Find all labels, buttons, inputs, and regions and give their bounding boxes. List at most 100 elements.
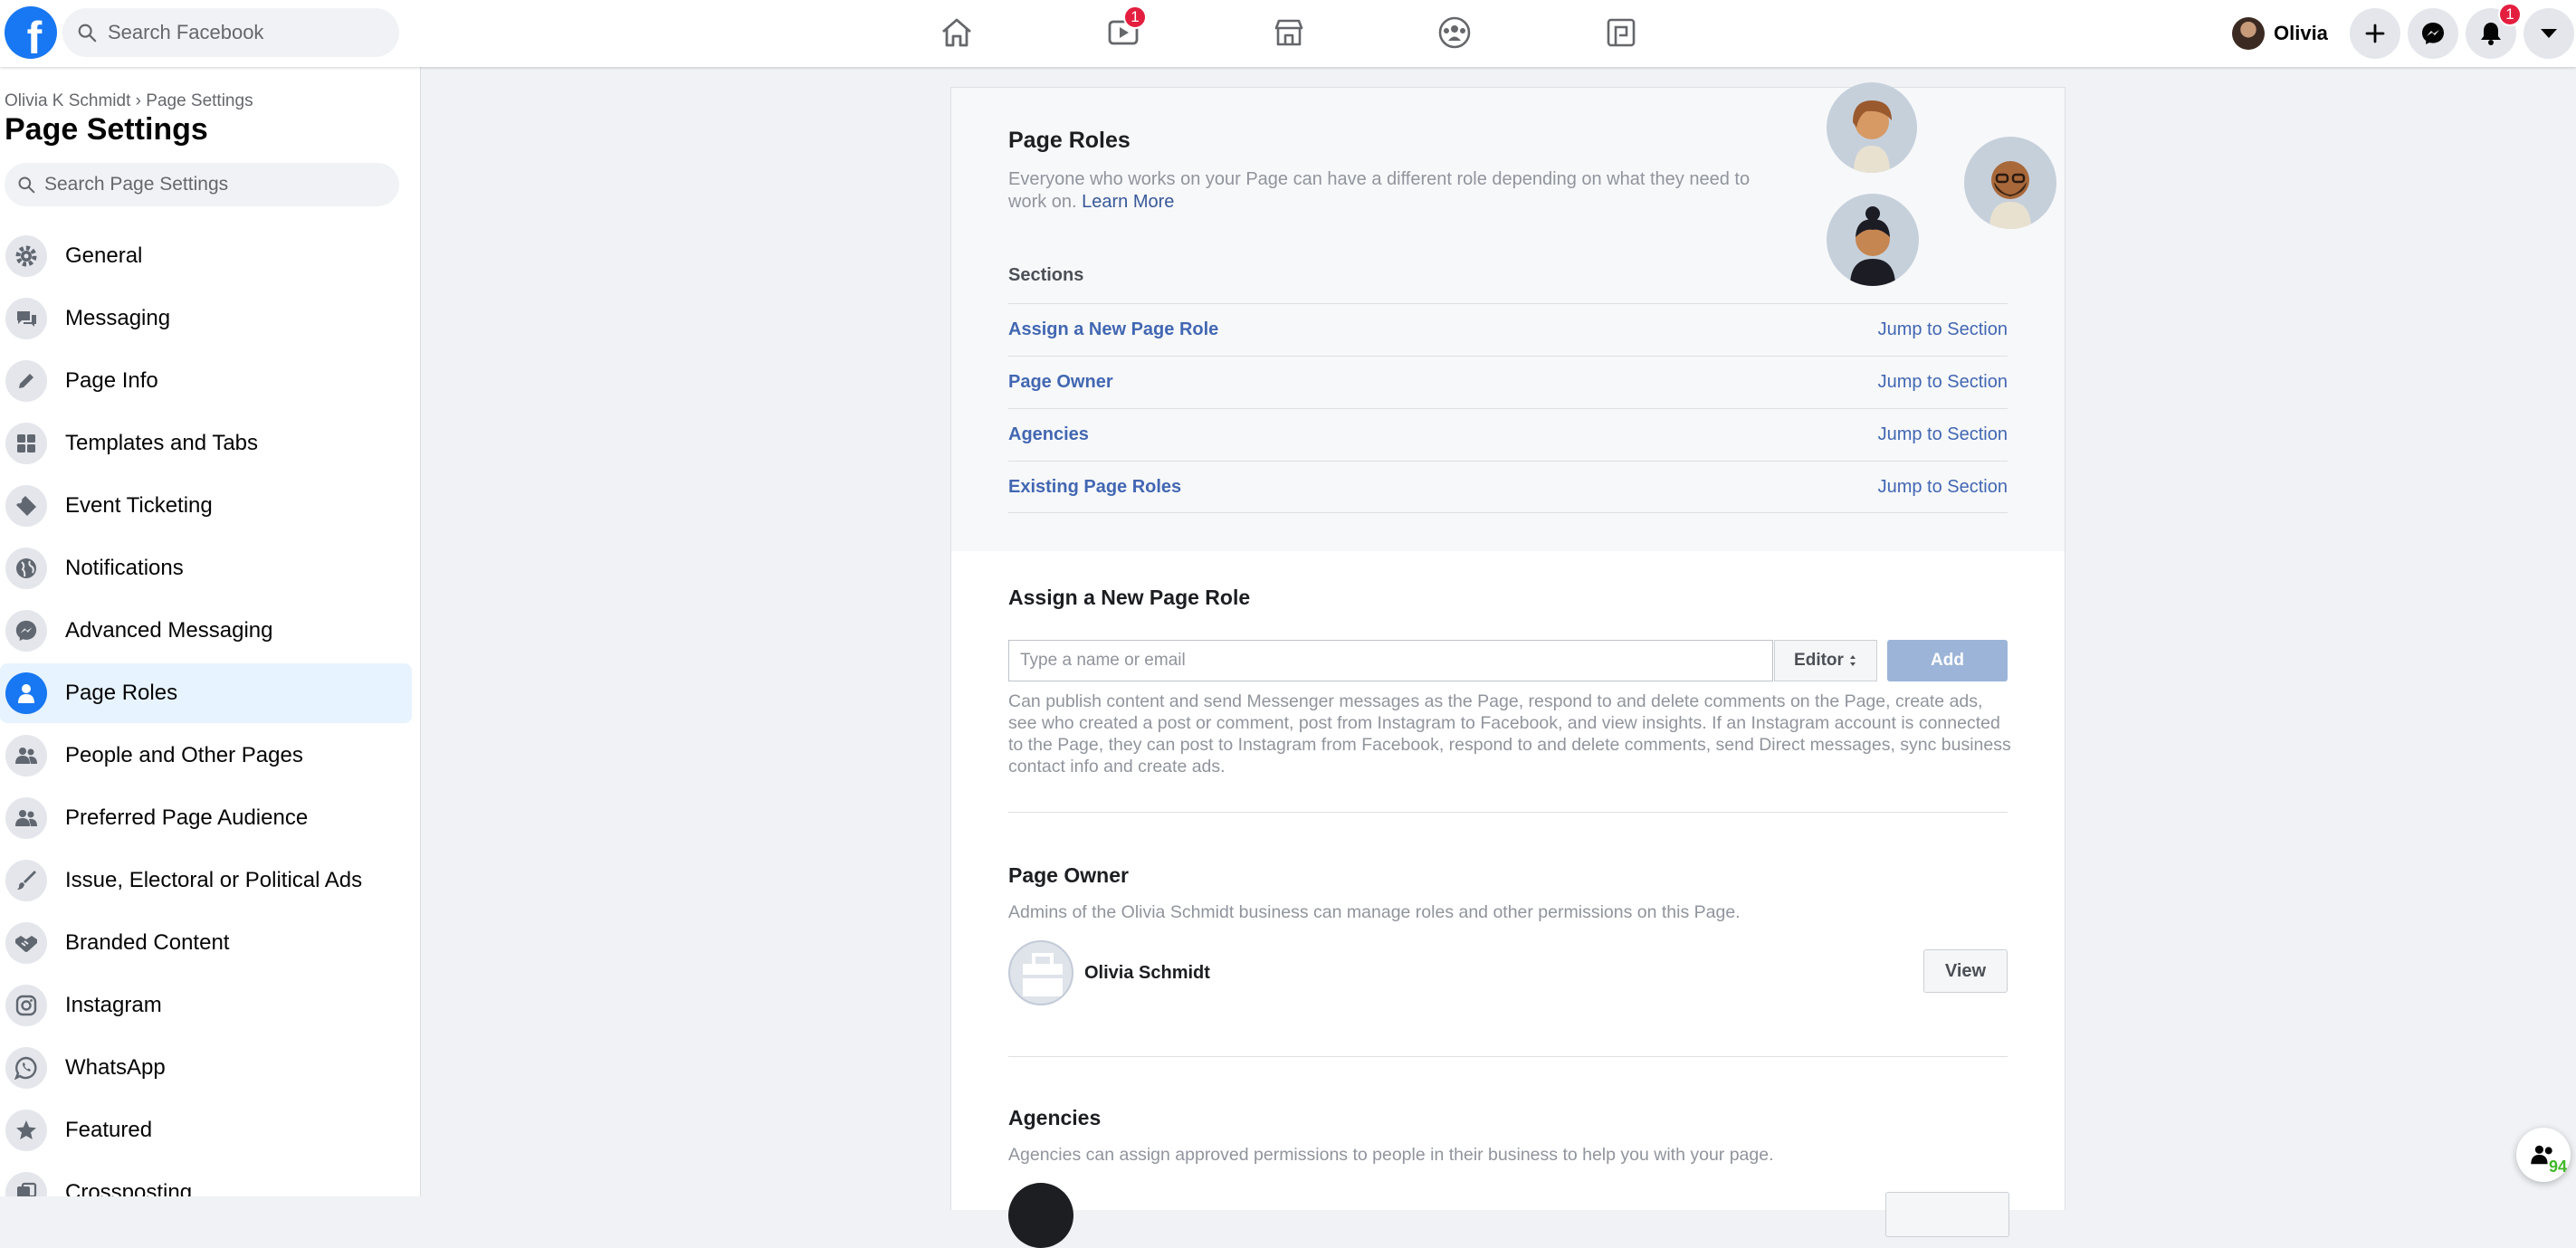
- nav-watch[interactable]: 1: [1096, 5, 1150, 56]
- illustration-avatar-3: [1827, 194, 1919, 286]
- section-link-assign[interactable]: Assign a New Page Role: [1008, 319, 1218, 340]
- settings-menu: General Messaging Page Info Templates an…: [0, 226, 412, 1196]
- brush-icon: [17, 871, 36, 890]
- sidebar-item-general[interactable]: General: [0, 226, 412, 286]
- sidebar-item-label: Preferred Page Audience: [65, 805, 309, 830]
- caret-down-icon: [2541, 29, 2557, 38]
- bell-icon: [2481, 23, 2501, 45]
- messenger-icon: [2422, 23, 2444, 44]
- messenger-icon: [15, 620, 37, 642]
- agencies-description: Agencies can assign approved permissions…: [1008, 1145, 1774, 1165]
- sidebar-item-page-info[interactable]: Page Info: [0, 351, 412, 411]
- facebook-search-input[interactable]: Search Facebook: [62, 8, 399, 57]
- sidebar-item-label: Crossposting: [65, 1180, 193, 1196]
- online-count: 94: [2548, 1157, 2567, 1176]
- role-select[interactable]: Editor: [1774, 640, 1877, 681]
- sidebar-item-branded-content[interactable]: Branded Content: [0, 913, 412, 973]
- sidebar-item-messaging[interactable]: Messaging: [0, 289, 412, 348]
- jump-to-section-link[interactable]: Jump to Section: [1878, 424, 2008, 445]
- section-link-agencies[interactable]: Agencies: [1008, 424, 1089, 445]
- nav-gaming[interactable]: [1594, 9, 1648, 56]
- sidebar-item-label: Page Roles: [65, 681, 178, 705]
- sidebar-item-preferred-page-audience[interactable]: Preferred Page Audience: [0, 788, 412, 848]
- sidebar-item-advanced-messaging[interactable]: Advanced Messaging: [0, 601, 412, 661]
- sidebar-item-event-ticketing[interactable]: Event Ticketing: [0, 476, 412, 536]
- crosspost-icon: [17, 1182, 37, 1196]
- sidebar-item-label: Event Ticketing: [65, 493, 213, 518]
- marketplace-icon: [1274, 19, 1303, 46]
- facebook-logo[interactable]: f: [5, 6, 57, 59]
- notifications-button[interactable]: 1: [2466, 3, 2522, 59]
- settings-search-input[interactable]: Search Page Settings: [5, 163, 399, 206]
- home-icon: [942, 18, 971, 47]
- sidebar-item-crossposting[interactable]: Crossposting: [0, 1163, 412, 1196]
- account-menu-button[interactable]: [2524, 8, 2574, 59]
- sidebar-item-label: Messaging: [65, 306, 171, 330]
- groups-icon: [1438, 16, 1471, 49]
- settings-sidebar: Olivia K Schmidt › Page Settings Page Se…: [0, 67, 421, 1196]
- sidebar-item-label: People and Other Pages: [65, 743, 303, 767]
- create-button[interactable]: [2350, 8, 2400, 59]
- messenger-button[interactable]: [2408, 8, 2458, 59]
- illustration-avatar-2: [1964, 137, 2056, 229]
- sidebar-item-political-ads[interactable]: Issue, Electoral or Political Ads: [0, 851, 412, 910]
- page-owner-heading: Page Owner: [1008, 863, 1129, 887]
- nav-home[interactable]: [930, 9, 984, 56]
- sidebar-item-whatsapp[interactable]: WhatsApp: [0, 1038, 412, 1098]
- nav-groups[interactable]: [1427, 9, 1482, 56]
- role-name-placeholder: Type a name or email: [1020, 651, 1186, 670]
- sidebar-item-page-roles[interactable]: Page Roles: [0, 663, 412, 723]
- sidebar-item-templates-and-tabs[interactable]: Templates and Tabs: [0, 414, 412, 473]
- sidebar-item-people-and-other-pages[interactable]: People and Other Pages: [0, 726, 412, 786]
- whatsapp-icon: [14, 1056, 37, 1080]
- gaming-icon: [1607, 18, 1636, 47]
- sidebar-item-label: Branded Content: [65, 930, 230, 955]
- handshake-icon: [15, 936, 37, 952]
- search-icon: [18, 176, 35, 194]
- section-link-existing-roles[interactable]: Existing Page Roles: [1008, 477, 1181, 498]
- owner-name[interactable]: Olivia Schmidt: [1084, 963, 1210, 984]
- search-placeholder: Search Facebook: [108, 21, 264, 43]
- sidebar-item-label: Templates and Tabs: [65, 431, 259, 455]
- breadcrumb-parent[interactable]: Olivia K Schmidt: [5, 91, 130, 110]
- watch-badge: 1: [1123, 5, 1147, 29]
- add-role-button[interactable]: Add: [1887, 640, 2008, 681]
- assign-role-heading: Assign a New Page Role: [1008, 586, 1251, 609]
- page-roles-header: Page Roles Everyone who works on your Pa…: [951, 82, 2065, 551]
- learn-more-link[interactable]: Learn More: [1082, 192, 1174, 212]
- sidebar-item-label: Advanced Messaging: [65, 618, 273, 643]
- section-row-agencies: Agencies Jump to Section: [1008, 408, 2008, 461]
- sidebar-item-label: Instagram: [65, 993, 162, 1017]
- role-description: Can publish content and send Messenger m…: [1008, 691, 2011, 776]
- sections-label: Sections: [1008, 265, 1084, 285]
- divider: [1008, 512, 2008, 513]
- notification-badge: 1: [2498, 3, 2522, 26]
- role-select-value: Editor: [1794, 651, 1844, 670]
- sidebar-item-label: Featured: [65, 1118, 153, 1142]
- section-row-owner: Page Owner Jump to Section: [1008, 356, 2008, 408]
- view-owner-button[interactable]: View: [1923, 949, 2008, 993]
- nav-marketplace[interactable]: [1262, 9, 1316, 56]
- person-icon: [18, 684, 34, 703]
- people-icon: [15, 748, 37, 764]
- breadcrumb-current: Page Settings: [146, 91, 253, 110]
- floating-contacts-button[interactable]: 94: [2516, 1128, 2571, 1182]
- grid-icon: [17, 434, 35, 453]
- jump-to-section-link[interactable]: Jump to Section: [1878, 477, 2008, 498]
- sidebar-item-featured[interactable]: Featured: [0, 1100, 412, 1160]
- page-roles-description: Everyone who works on your Page can have…: [1008, 168, 1778, 214]
- sidebar-item-label: WhatsApp: [65, 1055, 166, 1080]
- sidebar-item-notifications[interactable]: Notifications: [0, 538, 412, 598]
- sidebar-item-instagram[interactable]: Instagram: [0, 976, 412, 1035]
- agency-action-button[interactable]: [1885, 1192, 2009, 1237]
- sidebar-item-label: Page Info: [65, 368, 158, 393]
- instagram-icon: [15, 995, 37, 1016]
- profile-chip[interactable]: Olivia: [2232, 13, 2328, 54]
- top-navigation-bar: f Search Facebook 1 Olivia 1: [0, 0, 2576, 67]
- page-owner-description: Admins of the Olivia Schmidt business ca…: [1008, 902, 1741, 922]
- role-name-input[interactable]: Type a name or email: [1008, 640, 1773, 681]
- jump-to-section-link[interactable]: Jump to Section: [1878, 319, 2008, 340]
- section-link-owner[interactable]: Page Owner: [1008, 372, 1113, 393]
- page-title: Page Settings: [5, 112, 208, 147]
- jump-to-section-link[interactable]: Jump to Section: [1878, 372, 2008, 393]
